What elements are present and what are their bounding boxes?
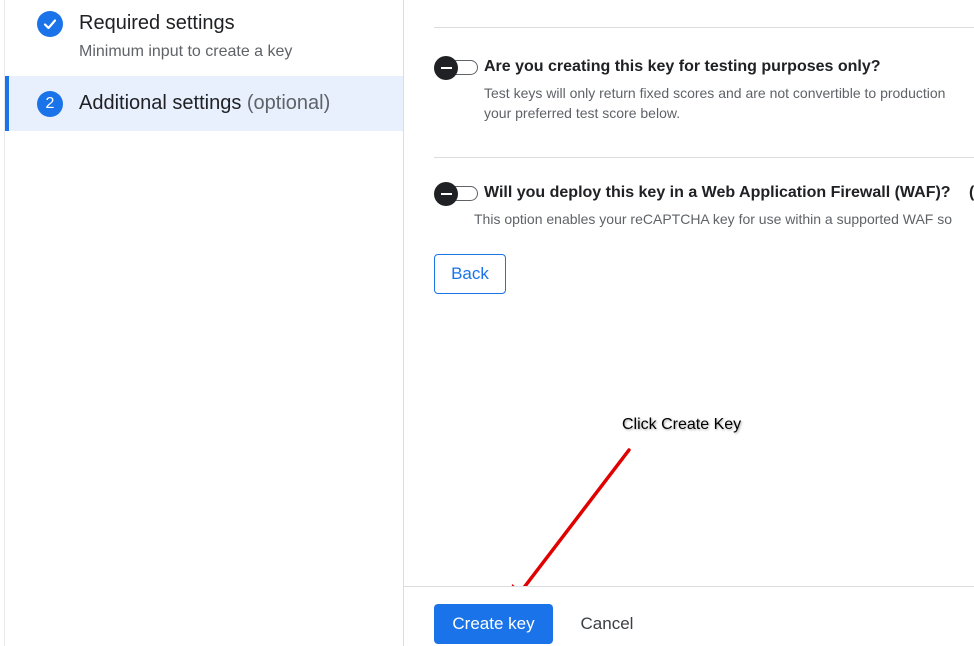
stepper-panel: Required settings Minimum input to creat… [0, 0, 404, 646]
cancel-button[interactable]: Cancel [567, 604, 647, 644]
step-subtitle: Minimum input to create a key [79, 43, 293, 60]
main-content: Are you creating this key for testing pu… [404, 0, 974, 646]
create-key-button[interactable]: Create key [434, 604, 553, 644]
optional-label: (optional) [246, 92, 331, 114]
action-footer: Create key Cancel [404, 586, 974, 646]
active-step-indicator [5, 76, 9, 131]
step-title-text: Additional settings [79, 92, 242, 114]
step-additional-settings[interactable]: 2 Additional settings (optional) [5, 76, 403, 131]
step-title: Additional settings (optional) [79, 92, 330, 115]
check-icon [37, 11, 63, 37]
step-number-badge: 2 [37, 91, 63, 117]
step-required-settings[interactable]: Required settings Minimum input to creat… [5, 0, 403, 76]
annotation-arrow-icon [510, 448, 631, 606]
step-title: Required settings [79, 12, 235, 34]
